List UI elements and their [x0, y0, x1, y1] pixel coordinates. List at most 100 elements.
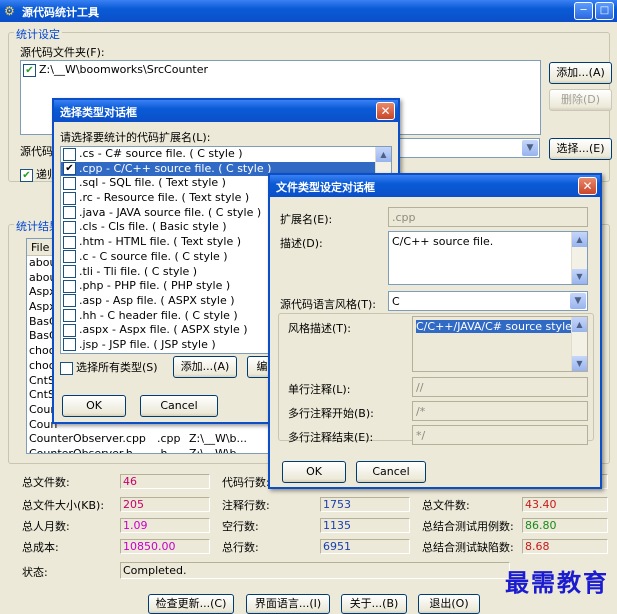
- style-label: 源代码语言风格(T):: [280, 298, 377, 311]
- checkbox-icon[interactable]: [63, 206, 76, 220]
- checkbox-icon[interactable]: [63, 279, 76, 293]
- list-item-label: .cs - C# source file. ( C style ): [79, 147, 243, 160]
- list-item-label: .jsp - JSP file. ( JSP style ): [79, 337, 216, 351]
- scroll-down-icon[interactable]: ▼: [572, 356, 587, 371]
- checkbox-icon[interactable]: [60, 361, 73, 375]
- comment-lines-value: 1753: [320, 497, 410, 512]
- chevron-down-icon[interactable]: ▼: [570, 293, 586, 309]
- cost-value: 10850.00: [120, 539, 210, 554]
- type-dialog-title: 文件类型设定对话框: [276, 181, 375, 194]
- status-label: 状态:: [22, 566, 48, 579]
- select-dialog-title: 选择类型对话框: [60, 106, 137, 119]
- window-title: 源代码统计工具: [22, 6, 99, 19]
- multi-start-label: 多行注释开始(B):: [288, 407, 374, 420]
- defects-value: 8.68: [522, 539, 608, 554]
- defects-label: 总结合测试缺陷数:: [422, 541, 514, 554]
- single-comment-field[interactable]: //: [412, 377, 588, 397]
- ui-language-button[interactable]: 界面语言...(I): [246, 594, 330, 614]
- style-desc-field[interactable]: C/C++/JAVA/C# source style ▲ ▼: [412, 316, 588, 372]
- close-icon[interactable]: ✕: [578, 177, 597, 195]
- list-item[interactable]: .cs - C# source file. ( C style ): [61, 147, 391, 162]
- list-item-label: .c - C source file. ( C style ): [79, 249, 228, 263]
- list-item-label: .tli - Tli file. ( C style ): [79, 264, 198, 278]
- total-lines-value: 6951: [320, 539, 410, 554]
- total-lines-label: 总行数:: [222, 541, 259, 554]
- close-icon[interactable]: ✕: [376, 102, 395, 120]
- comment-lines-label: 注释行数:: [222, 499, 270, 512]
- list-item-label: .htm - HTML file. ( Text style ): [79, 235, 242, 249]
- folder-checkbox[interactable]: ✔: [23, 63, 36, 77]
- scroll-up-icon[interactable]: ▲: [572, 232, 587, 247]
- table-cell-name: CounterObserver.cpp: [29, 432, 146, 446]
- checkbox-icon[interactable]: [63, 250, 76, 264]
- cost-label: 总成本:: [22, 541, 59, 554]
- checkbox-icon[interactable]: [63, 309, 76, 323]
- check-update-button[interactable]: 检查更新...(C): [148, 594, 234, 614]
- style-desc-scrollbar[interactable]: ▲ ▼: [571, 317, 587, 371]
- maximize-button[interactable]: □: [595, 2, 614, 20]
- total-files-label-2: 总文件数:: [422, 499, 470, 512]
- list-item-label: .cls - Cls file. ( Basic style ): [79, 220, 227, 234]
- total-size-label: 总文件大小(KB):: [22, 499, 105, 512]
- delete-folder-button[interactable]: 删除(D): [549, 89, 612, 111]
- table-cell-path: Z:\__W\b...: [189, 432, 248, 446]
- desc-scrollbar[interactable]: ▲ ▼: [571, 232, 587, 284]
- select-dialog-titlebar: 选择类型对话框 ✕: [54, 100, 398, 122]
- watermark: 最需教育: [505, 568, 609, 597]
- select-button[interactable]: 选择...(E): [549, 138, 612, 160]
- desc-field[interactable]: C/C++ source file. ▲ ▼: [388, 231, 588, 285]
- total-files-value: 46: [120, 474, 210, 489]
- blank-lines-value: 1135: [320, 518, 410, 533]
- type-dialog-ok-button[interactable]: OK: [282, 461, 346, 483]
- window-titlebar: ⚙ 源代码统计工具 ─ □: [0, 0, 617, 22]
- checkbox-icon[interactable]: ✔: [63, 162, 76, 176]
- list-item-label: .java - JAVA source file. ( C style ): [79, 205, 262, 219]
- checkbox-icon[interactable]: [63, 323, 76, 337]
- select-all-checkbox[interactable]: 选择所有类型(S): [60, 359, 158, 375]
- checkbox-icon[interactable]: [63, 176, 76, 190]
- multi-end-field[interactable]: */: [412, 425, 588, 445]
- checkbox-icon[interactable]: [63, 220, 76, 234]
- multi-end-label: 多行注释结束(E):: [288, 431, 374, 444]
- checkbox-icon[interactable]: [63, 265, 76, 278]
- checkbox-icon[interactable]: [63, 294, 76, 308]
- exit-button[interactable]: 退出(O): [418, 594, 480, 614]
- list-item-label: .sql - SQL file. ( Text style ): [79, 176, 226, 190]
- checkbox-icon[interactable]: [63, 338, 76, 352]
- about-button[interactable]: 关于...(B): [341, 594, 407, 614]
- chevron-down-icon[interactable]: ▼: [522, 140, 538, 156]
- table-cell-ext: .h: [157, 446, 168, 454]
- code-lines-label: 代码行数:: [222, 476, 270, 489]
- multi-start-field[interactable]: /*: [412, 401, 588, 421]
- blank-lines-label: 空行数:: [222, 520, 259, 533]
- source-label: 源代码: [20, 145, 53, 158]
- checkbox-icon[interactable]: [63, 191, 76, 205]
- list-item-label: .rc - Resource file. ( Text style ): [79, 191, 250, 205]
- total-size-value: 205: [120, 497, 210, 512]
- minimize-button[interactable]: ─: [574, 2, 593, 20]
- list-item-label: .asp - Asp file. ( ASPX style ): [79, 293, 235, 307]
- status-value: Completed.: [120, 562, 510, 579]
- checkbox-icon[interactable]: [63, 235, 76, 249]
- app-icon: ⚙: [4, 4, 15, 18]
- table-cell-name: CounterObserver.h: [29, 446, 133, 454]
- type-dialog-cancel-button[interactable]: Cancel: [356, 461, 426, 483]
- scroll-down-icon[interactable]: ▼: [572, 269, 587, 284]
- scroll-up-icon[interactable]: ▲: [376, 147, 391, 162]
- style-combo[interactable]: C ▼: [388, 291, 588, 311]
- select-dialog-cancel-button[interactable]: Cancel: [140, 395, 218, 417]
- checkbox-icon[interactable]: ✔: [20, 168, 33, 182]
- test-cases-label: 总结合测试用例数:: [422, 520, 514, 533]
- source-combo[interactable]: ▼: [390, 138, 540, 158]
- folder-item[interactable]: ✔ Z:\__W\boomworks\SrcCounter: [23, 63, 538, 77]
- man-month-value: 1.09: [120, 518, 210, 533]
- ext-field[interactable]: .cpp: [388, 207, 588, 227]
- list-item-label: .hh - C header file. ( C style ): [79, 308, 238, 322]
- add-folder-button[interactable]: 添加...(A): [549, 62, 612, 84]
- man-month-label: 总人月数:: [22, 520, 70, 533]
- add-type-button[interactable]: 添加...(A): [173, 356, 237, 378]
- checkbox-icon[interactable]: [63, 147, 76, 161]
- desc-label: 描述(D):: [280, 237, 323, 250]
- scroll-up-icon[interactable]: ▲: [572, 317, 587, 332]
- select-dialog-ok-button[interactable]: OK: [62, 395, 126, 417]
